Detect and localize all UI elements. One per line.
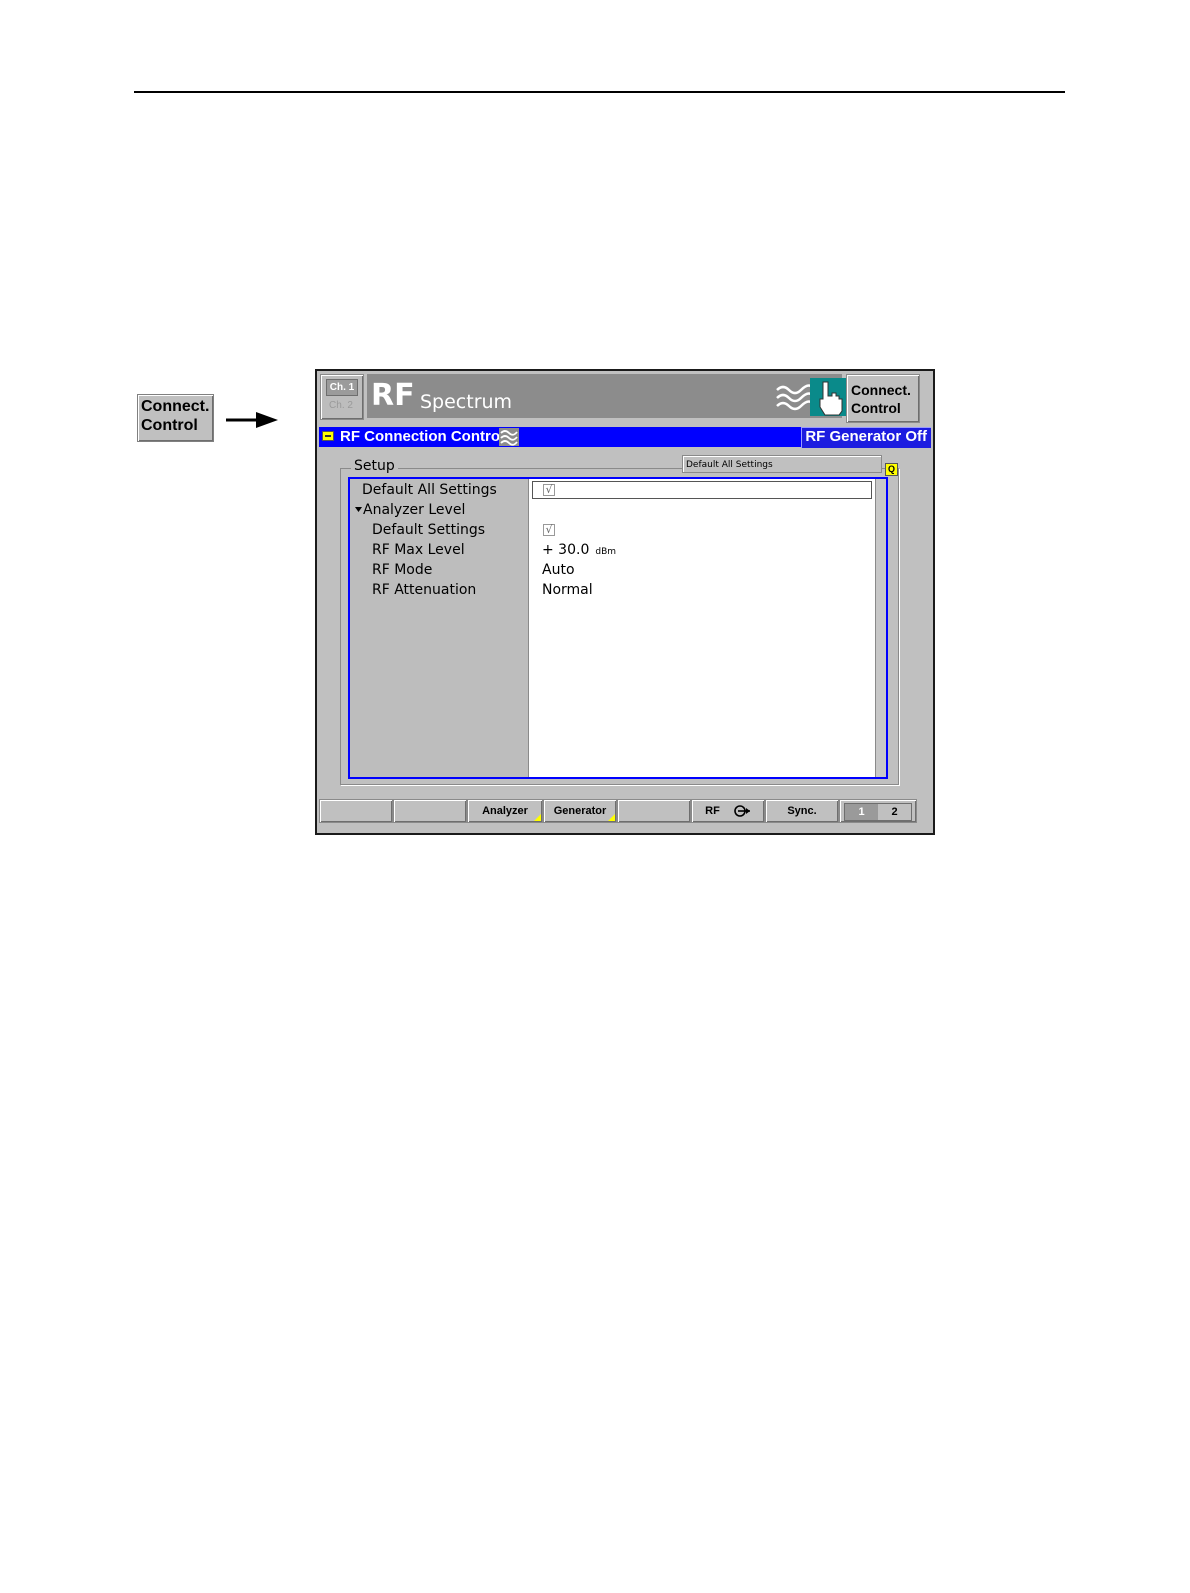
rf-mode-value[interactable]: Auto (542, 562, 575, 578)
softkey-page-selector[interactable]: 1 2 (839, 799, 917, 823)
rf-wave-icon (776, 384, 811, 411)
softkey-empty-1[interactable] (319, 799, 393, 823)
page-title: RF (371, 378, 415, 413)
rf-max-level-value: + 30.0 (542, 542, 590, 558)
menu-title-bar: RF Connection Control RF Generator Off (319, 427, 931, 448)
softkey-generator-label: Generator (553, 805, 607, 817)
channel-selector[interactable]: Ch. 1 Ch. 2 (320, 374, 364, 420)
tree-item-rf-mode[interactable]: RF Mode (372, 562, 432, 578)
rf-attenuation-value[interactable]: Normal (542, 582, 593, 598)
selected-row-highlight (532, 481, 872, 499)
softkey-rf[interactable]: RF (691, 799, 765, 823)
softkey-sync-label: Sync. (787, 805, 817, 817)
page-indicator[interactable]: 1 2 (844, 803, 912, 821)
softkey-rf-label: RF (705, 805, 720, 817)
title-bar: RF Spectrum (367, 374, 846, 418)
softkey-analyzer-label: Analyzer (482, 805, 528, 817)
tree-item-rf-max-level[interactable]: RF Max Level (372, 542, 465, 558)
softkey-sync[interactable]: Sync. (765, 799, 839, 823)
generator-status: RF Generator Off (801, 427, 931, 448)
page-1[interactable]: 1 (845, 804, 878, 820)
connect-control-key[interactable]: Connect. Control (137, 394, 214, 442)
rf-max-level-unit: dBm (595, 547, 617, 557)
rf-wave-small-icon (499, 428, 519, 446)
rf-max-level-field[interactable]: + 30.0 dBm (542, 542, 616, 558)
tree-item-analyzer-level[interactable]: Analyzer Level (363, 502, 465, 518)
settings-panel: Default All Settings Analyzer Level Defa… (348, 477, 888, 779)
settings-values: √ √ + 30.0 dBm Auto Normal (528, 479, 877, 777)
connect-control-line1: Connect. (851, 382, 911, 398)
tree-item-rf-attenuation[interactable]: RF Attenuation (372, 582, 476, 598)
arrow-right-icon (226, 412, 278, 428)
expand-triangle-icon[interactable] (355, 507, 362, 512)
quick-icon[interactable]: Q (885, 463, 898, 476)
connect-control-key-line2: Control (141, 417, 198, 434)
page-2[interactable]: 2 (878, 804, 911, 820)
default-all-checkbox[interactable]: √ (543, 484, 555, 496)
vertical-scrollbar[interactable] (875, 479, 886, 777)
rf-connector-icon (734, 805, 750, 817)
softkey-analyzer[interactable]: Analyzer (467, 799, 543, 823)
channel-2[interactable]: Ch. 2 (326, 398, 356, 413)
menu-title: RF Connection Control (340, 428, 505, 445)
connect-control-line2: Control (851, 400, 901, 416)
page-subtitle: Spectrum (420, 391, 513, 413)
page-header-rule (134, 91, 1065, 93)
softkey-bar: Analyzer Generator RF Sync. 1 2 (319, 799, 931, 823)
default-all-settings-button[interactable]: Default All Settings (682, 455, 882, 473)
default-settings-checkbox[interactable]: √ (543, 524, 555, 536)
instrument-screen: Ch. 1 Ch. 2 RF Spectrum Connect. Control… (315, 369, 935, 835)
settings-tree: Default All Settings Analyzer Level Defa… (350, 479, 528, 777)
connect-control-key-line1: Connect. (141, 398, 210, 415)
menu-minimize-icon[interactable] (322, 431, 334, 441)
connect-control-softkey[interactable]: Connect. Control (846, 374, 920, 423)
tree-item-default-settings[interactable]: Default Settings (372, 522, 485, 538)
channel-1[interactable]: Ch. 1 (326, 379, 358, 396)
softkey-empty-2[interactable] (393, 799, 467, 823)
tree-item-default-all-settings[interactable]: Default All Settings (362, 482, 497, 498)
softkey-empty-3[interactable] (617, 799, 691, 823)
submenu-indicator-icon (608, 814, 615, 821)
softkey-generator[interactable]: Generator (543, 799, 617, 823)
submenu-indicator-icon (534, 814, 541, 821)
setup-group-label: Setup (351, 458, 398, 474)
hand-pointer-icon (810, 378, 846, 416)
